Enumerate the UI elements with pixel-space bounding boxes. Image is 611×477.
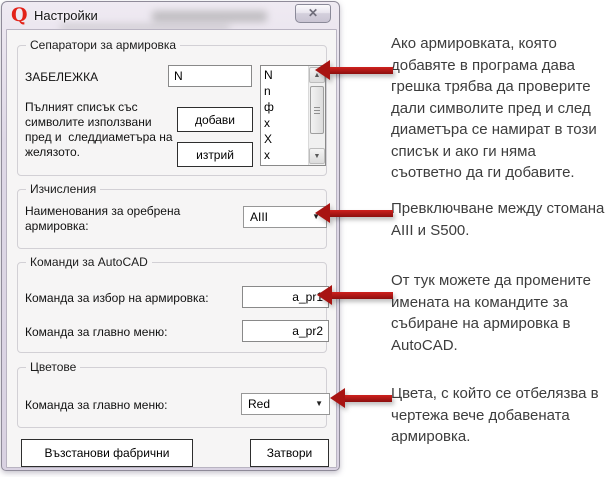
annotation-commands: От тук можете да промените имената на ко… (391, 270, 609, 356)
list-item[interactable]: x (264, 115, 307, 131)
note-label: ЗАБЕЛЕЖКА (25, 70, 98, 85)
annotation-arrow-steel (315, 203, 393, 224)
note-input[interactable] (168, 65, 252, 87)
list-item[interactable]: x (264, 147, 307, 163)
steel-grade-value: AIII (250, 210, 268, 224)
group-colors-title: Цветове (26, 360, 80, 374)
group-autocad-title: Команди за AutoCAD (26, 255, 152, 269)
annotation-arrow-colors (330, 388, 392, 409)
delete-symbol-button[interactable]: изтрий (177, 142, 253, 167)
chevron-down-icon: ▼ (315, 394, 323, 414)
list-item[interactable]: ф (264, 99, 307, 115)
title-bar[interactable]: Q Настройки ✕ (2, 2, 339, 29)
settings-dialog: Q Настройки ✕ Сепаратори за армировка ЗА… (1, 1, 340, 471)
group-separators-title: Сепаратори за армировка (26, 38, 180, 52)
close-button[interactable]: Затвори (250, 439, 329, 467)
color-dropdown[interactable]: Red ▼ (241, 393, 330, 415)
blurred-region (152, 11, 267, 22)
menu-command-input[interactable] (242, 320, 329, 342)
select-command-input[interactable] (242, 286, 329, 308)
restore-defaults-button[interactable]: Възстанови фабрични (21, 439, 193, 467)
app-logo-q-icon: Q (11, 6, 29, 24)
ribbed-rebar-label: Наименования за оребрена армировка: (25, 204, 225, 234)
color-value: Red (248, 397, 270, 411)
list-item[interactable]: X (264, 131, 307, 147)
scrollbar-grip (314, 107, 320, 115)
menu-command-label: Команда за главно меню: (25, 325, 167, 340)
annotation-separators: Ако армировката, която добавяте в програ… (391, 33, 609, 184)
window-title: Настройки (34, 8, 98, 23)
color-command-label: Команда за главно меню: (25, 398, 167, 413)
group-calculations-title: Изчисления (26, 182, 100, 196)
dialog-client-area: Сепаратори за армировка ЗАБЕЛЕЖКА Пълния… (6, 29, 337, 468)
annotation-arrow-commands (317, 285, 393, 306)
annotation-steel: Превключване между стомана AIII и S500. (391, 198, 609, 241)
list-item[interactable]: n (264, 83, 307, 99)
select-command-label: Команда за избор на армировка: (25, 291, 209, 306)
separators-description: Пълният списък със символите използвани … (25, 100, 175, 160)
list-item[interactable]: N (264, 67, 307, 83)
scroll-down-icon[interactable]: ▼ (309, 148, 325, 164)
annotation-colors: Цвета, с който се отбелязва в чертежа ве… (391, 383, 609, 448)
annotation-arrow-separators (315, 60, 393, 81)
add-symbol-button[interactable]: добави (177, 107, 253, 132)
window-close-button[interactable]: ✕ (295, 4, 331, 23)
scrollbar-thumb[interactable] (310, 86, 324, 134)
